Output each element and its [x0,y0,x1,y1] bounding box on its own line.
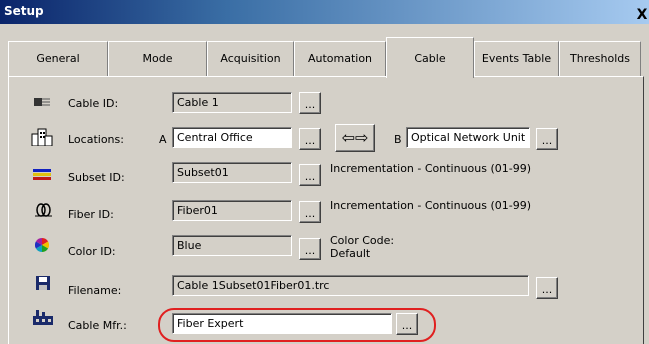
color-id-browse-button[interactable]: ... [299,238,321,260]
window-title: Setup [4,4,44,18]
tab-cable[interactable]: Cable [386,37,474,78]
cable-id-browse-button[interactable]: ... [299,92,321,114]
subset-id-label: Subset ID: [68,171,125,184]
subset-id-browse-button[interactable]: ... [299,164,321,186]
fiber-id-incrementation: Incrementation - Continuous (01-99) [330,199,532,212]
fiber-id-field[interactable]: Fiber01 [172,200,292,221]
subset-id-incrementation: Incrementation - Continuous (01-99) [330,162,532,175]
tab-thresholds[interactable]: Thresholds [559,41,641,77]
location-b-field[interactable]: Optical Network Unit [406,127,530,148]
color-code-label: Color Code: [330,234,395,247]
color-id-label: Color ID: [68,245,116,258]
cable-mfr-field[interactable]: Fiber Expert [172,313,392,334]
tab-strip: General Mode Acquisition Automation Cabl… [8,37,641,78]
filename-label: Filename: [68,284,122,297]
close-button[interactable]: X [635,6,649,24]
color-id-field[interactable]: Blue [172,235,292,256]
location-a-prefix: A [159,133,167,146]
cable-id-label: Cable ID: [68,97,119,110]
tab-events-table[interactable]: Events Table [474,41,559,77]
swap-locations-button[interactable]: ⇦⇨ [335,124,375,152]
factory-icon [33,310,53,325]
filename-field[interactable]: Cable 1Subset01Fiber01.trc [172,275,529,296]
fiber-id-browse-button[interactable]: ... [299,201,321,223]
location-b-browse-button[interactable]: ... [536,128,558,150]
floppy-icon [36,276,50,290]
location-a-browse-button[interactable]: ... [299,128,321,150]
filename-browse-button[interactable]: ... [536,277,558,299]
location-b-prefix: B [394,133,402,146]
color-wheel-icon [35,238,49,252]
title-bar: Setup [0,0,649,24]
tab-mode[interactable]: Mode [108,41,207,77]
cable-id-field[interactable]: Cable 1 [172,92,292,113]
fiber-id-label: Fiber ID: [68,208,114,221]
color-code-value: Default [330,247,371,260]
cable-icon [34,98,50,106]
buildings-icon [31,128,53,146]
locations-label: Locations: [68,133,124,146]
color-stripes-icon [33,169,51,180]
cable-mfr-browse-button[interactable]: ... [396,313,418,335]
cable-mfr-label: Cable Mfr.: [68,319,127,332]
tab-acquisition[interactable]: Acquisition [207,41,294,77]
location-a-field[interactable]: Central Office [172,127,292,148]
tab-automation[interactable]: Automation [294,41,386,77]
subset-id-field[interactable]: Subset01 [172,162,292,183]
tab-general[interactable]: General [8,41,108,77]
fiber-icon [35,203,52,217]
